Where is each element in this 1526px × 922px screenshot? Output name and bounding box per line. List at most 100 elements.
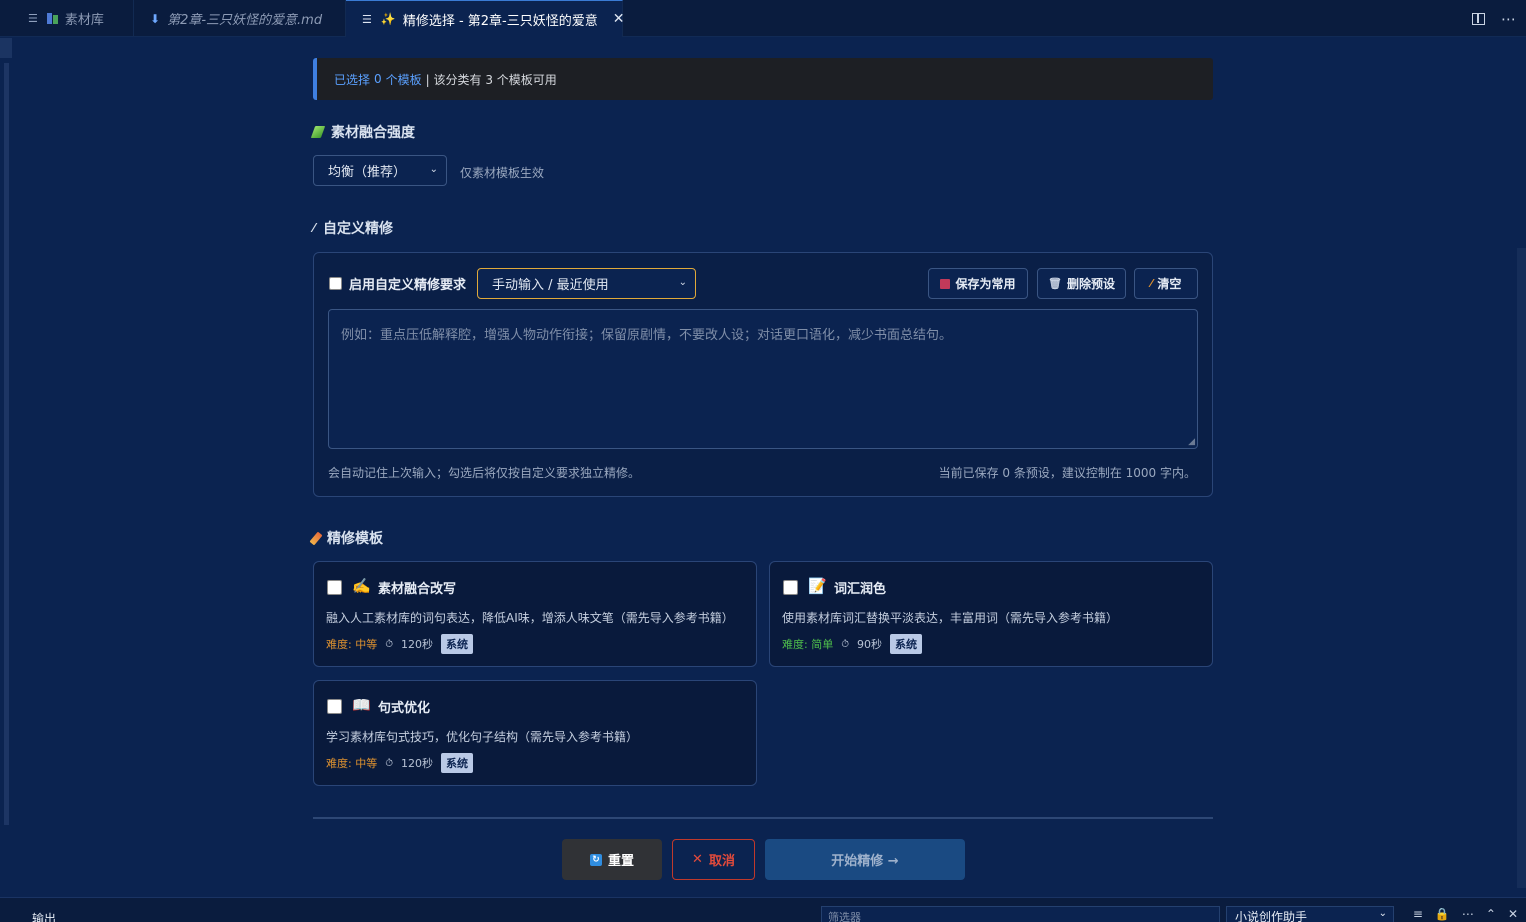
editor-tab-bar: ☰ 素材库 ⬇ 第2章-三只妖怪的爱意.md ☰ ✨ 精修选择 - 第2章-三只…: [0, 0, 1526, 37]
menu-lines-icon: ☰: [362, 12, 372, 26]
save-preset-button[interactable]: 保存为常用: [928, 268, 1028, 299]
book-icon: 📖: [352, 696, 371, 714]
info-prefix: 已选择: [334, 72, 371, 87]
delete-preset-button[interactable]: 🗑 删除预设: [1037, 268, 1126, 299]
button-label: 清空: [1157, 277, 1182, 291]
section-title-text: 精修模板: [327, 531, 383, 547]
select-value: 均衡（推荐）: [328, 165, 407, 180]
template-name: 词汇润色: [834, 582, 887, 597]
template-name: 句式优化: [378, 701, 431, 716]
left-scrollbar[interactable]: [4, 63, 9, 825]
template-desc: 学习素材库句式技巧，优化句子结构（需先导入参考书籍）: [326, 730, 639, 744]
close-icon[interactable]: ✕: [1508, 907, 1518, 921]
template-meta: 难度: 简单 ⏱ 90秒 系统: [782, 634, 923, 654]
template-checkbox[interactable]: [783, 580, 798, 595]
section-title-text: 自定义精修: [323, 221, 394, 237]
refresh-icon: ↻: [589, 853, 602, 866]
library-icon: [46, 13, 58, 24]
template-meta: 难度: 中等 ⏱ 120秒 系统: [326, 753, 474, 773]
more-actions-icon[interactable]: ⋯: [1462, 907, 1474, 921]
tab-material-library[interactable]: ☰ 素材库: [0, 0, 134, 37]
select-value: 手动输入 / 最近使用: [492, 278, 609, 293]
trash-icon: 🗑: [1048, 277, 1062, 290]
more-actions-icon[interactable]: ⋯: [1501, 10, 1516, 28]
system-badge: 系统: [441, 753, 474, 773]
template-card-vocab[interactable]: 📝 词汇润色 使用素材库词汇替换平淡表达，丰富用词（需先导入参考书籍） 难度: …: [769, 561, 1213, 667]
output-panel-actions: ≡ 🔒 ⋯ ⌃ ✕: [1413, 907, 1518, 921]
section-divider: [313, 817, 1213, 819]
start-refine-button[interactable]: 开始精修 →: [765, 839, 965, 880]
fusion-section-title: 素材融合强度: [310, 122, 415, 142]
chevron-down-icon: ⌄: [678, 277, 687, 288]
custom-note-right: 当前已保存 0 条预设，建议控制在 1000 字内。: [938, 466, 1196, 480]
output-filter-input[interactable]: 筛选器: [821, 906, 1220, 922]
timer-icon: ⏱: [385, 757, 394, 769]
info-suffix: | 该分类有 3 个模板可用: [425, 72, 557, 87]
tab-label: 第2章-三只妖怪的爱意.md: [167, 13, 323, 28]
output-channel-select[interactable]: 小说创作助手 ⌄: [1226, 906, 1394, 922]
difficulty-label: 难度: 简单: [782, 638, 834, 651]
custom-note-left: 会自动记住上次输入；勾选后将仅按自定义要求独立精修。: [328, 466, 641, 480]
button-label: 取消: [708, 854, 735, 869]
chevron-up-icon[interactable]: ⌃: [1486, 907, 1496, 921]
chevron-down-icon: ⌄: [1378, 908, 1387, 919]
tab-chapter-md[interactable]: ⬇ 第2章-三只妖怪的爱意.md: [134, 0, 346, 37]
vertical-scrollbar[interactable]: [1517, 248, 1526, 888]
memo-icon: 📝: [808, 577, 827, 595]
output-tab[interactable]: 输出: [32, 910, 56, 922]
tab-label: 素材库: [64, 13, 104, 28]
cancel-button[interactable]: ✕ 取消: [672, 839, 755, 880]
pencil-icon: [309, 531, 323, 545]
filter-placeholder: 筛选器: [828, 911, 861, 922]
markdown-download-icon: ⬇: [150, 11, 161, 26]
clear-button[interactable]: ⁄ 清空: [1134, 268, 1198, 299]
broom-icon: ⁄: [1150, 277, 1153, 290]
button-label: 重置: [607, 854, 634, 869]
enable-custom-label: 启用自定义精修要求: [349, 278, 467, 293]
preset-select[interactable]: 手动输入 / 最近使用 ⌄: [477, 268, 696, 299]
selection-info-bar: 已选择 0 个模板 | 该分类有 3 个模板可用: [313, 58, 1213, 100]
time-label: 120秒: [401, 757, 434, 770]
select-value: 小说创作助手: [1235, 910, 1308, 922]
output-panel-header: 输出 筛选器 小说创作助手 ⌄ ≡ 🔒 ⋯ ⌃ ✕: [0, 897, 1526, 922]
time-label: 90秒: [857, 638, 883, 651]
tab-refine-select[interactable]: ☰ ✨ 精修选择 - 第2章-三只妖怪的爱意 ✕: [346, 0, 625, 37]
timer-icon: ⏱: [385, 638, 394, 650]
enable-custom-checkbox[interactable]: [329, 277, 342, 290]
fusion-hint: 仅素材模板生效: [460, 166, 545, 180]
close-icon: ✕: [692, 852, 703, 867]
template-checkbox[interactable]: [327, 580, 342, 595]
reset-button[interactable]: ↻ 重置: [562, 839, 662, 880]
system-badge: 系统: [441, 634, 474, 654]
template-card-sentence[interactable]: 📖 句式优化 学习素材库句式技巧，优化句子结构（需先导入参考书籍） 难度: 中等…: [313, 680, 757, 786]
section-title-text: 素材融合强度: [331, 125, 415, 141]
tab-label: 精修选择 - 第2章-三只妖怪的爱意: [402, 13, 598, 29]
template-checkbox[interactable]: [327, 699, 342, 714]
magic-wand-icon: ⁄: [313, 221, 316, 235]
list-icon[interactable]: ≡: [1413, 907, 1423, 921]
template-meta: 难度: 中等 ⏱ 120秒 系统: [326, 634, 474, 654]
time-label: 120秒: [401, 638, 434, 651]
fusion-strength-select[interactable]: 均衡（推荐） ⌄: [313, 155, 447, 186]
chevron-down-icon: ⌄: [429, 164, 438, 175]
template-desc: 使用素材库词汇替换平淡表达，丰富用词（需先导入参考书籍）: [782, 611, 1119, 625]
button-label: 开始精修 →: [831, 854, 899, 869]
resize-grip-icon[interactable]: ◢: [1188, 437, 1195, 447]
editor-scrollbar-top: [0, 38, 12, 58]
button-label: 删除预设: [1066, 277, 1115, 291]
sparkle-icon: ✨: [380, 12, 396, 26]
template-card-material-fusion[interactable]: ✍️ 素材融合改写 融入人工素材库的词句表达，降低AI味，增添人味文笔（需先导入…: [313, 561, 757, 667]
custom-refine-panel: 启用自定义精修要求 手动输入 / 最近使用 ⌄ 保存为常用 🗑 删除预设 ⁄ 清…: [313, 252, 1213, 497]
timer-icon: ⏱: [841, 638, 850, 650]
textarea-placeholder: 例如：重点压低解释腔，增强人物动作衔接；保留原剧情，不要改人设；对话更口语化，减…: [341, 328, 953, 343]
floppy-disk-icon: [940, 278, 951, 289]
refine-content: 已选择 0 个模板 | 该分类有 3 个模板可用 素材融合强度 均衡（推荐） ⌄…: [309, 58, 1213, 880]
close-icon[interactable]: ✕: [613, 11, 625, 27]
custom-section-title: ⁄ 自定义精修: [313, 218, 393, 238]
lock-icon[interactable]: 🔒: [1435, 907, 1450, 921]
system-badge: 系统: [890, 634, 923, 654]
split-editor-icon[interactable]: [1472, 12, 1485, 25]
tab-actions: ⋯: [1472, 0, 1516, 37]
custom-requirements-textarea[interactable]: 例如：重点压低解释腔，增强人物动作衔接；保留原剧情，不要改人设；对话更口语化，减…: [328, 309, 1198, 449]
info-unit: 个模板: [385, 72, 422, 87]
